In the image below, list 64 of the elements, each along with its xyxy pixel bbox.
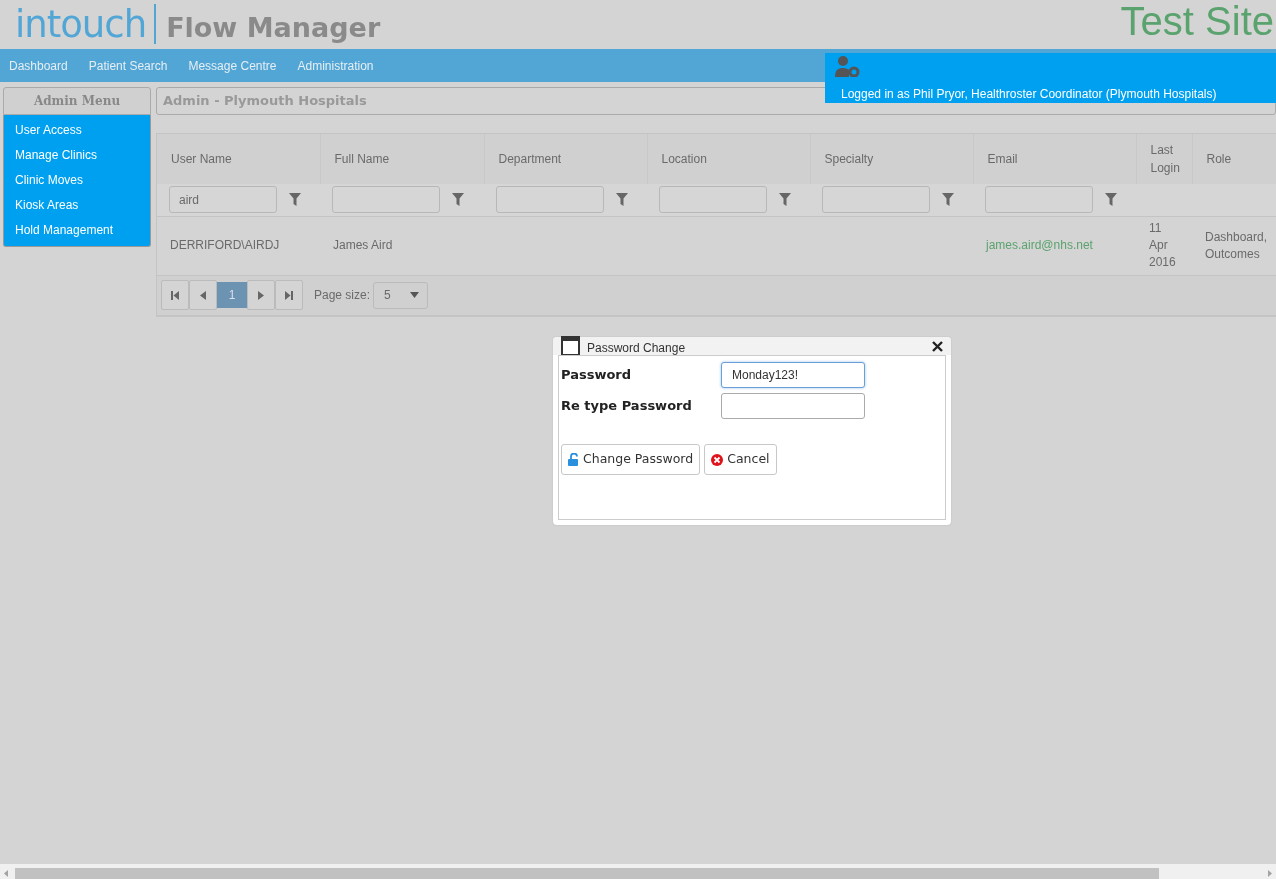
column-header[interactable]: Location xyxy=(647,134,810,184)
table-cell: James Aird xyxy=(333,238,393,252)
password-field[interactable] xyxy=(721,392,865,419)
product-name: Flow Manager xyxy=(166,11,381,45)
menu-item[interactable]: Manage Clinics xyxy=(4,142,150,167)
cancel-icon xyxy=(711,453,724,466)
column-header[interactable]: Full Name xyxy=(320,134,484,184)
filter-field[interactable] xyxy=(659,186,767,214)
menu-item[interactable]: Clinic Moves xyxy=(4,167,150,192)
first-page-button[interactable] xyxy=(161,280,189,310)
change-password-button[interactable]: Change Password xyxy=(561,444,701,475)
filter-field[interactable]: aird xyxy=(169,186,277,214)
column-header[interactable]: Specialty xyxy=(810,134,973,184)
last-page-button[interactable] xyxy=(275,280,303,310)
filter-icon[interactable] xyxy=(942,193,954,207)
filter-icon[interactable] xyxy=(289,193,301,207)
filter-icon[interactable] xyxy=(616,193,628,207)
page-size-label: Page size: xyxy=(314,287,371,304)
column-header[interactable]: Role xyxy=(1192,134,1276,184)
site-name: Test Site xyxy=(1120,0,1275,42)
nav-link[interactable]: Administration xyxy=(297,56,374,75)
column-header[interactable]: Last Login xyxy=(1136,134,1192,184)
dialog-title: Password Change xyxy=(587,341,686,355)
field-label: Re type Password xyxy=(561,396,693,415)
caret-icon xyxy=(410,292,420,298)
previous-page-button[interactable] xyxy=(189,280,217,310)
menu-item[interactable]: Hold Management xyxy=(4,217,150,242)
page-size-select[interactable]: 5 xyxy=(373,281,429,309)
column-header[interactable]: User Name xyxy=(157,134,320,184)
column-header[interactable]: Email xyxy=(973,134,1136,184)
table-cell: DERRIFORD\AIRDJ xyxy=(170,238,280,252)
panel-title: Admin - Plymouth Hospitals xyxy=(163,92,367,111)
nav-link[interactable]: Dashboard xyxy=(9,56,68,75)
filter-icon[interactable] xyxy=(1105,193,1117,207)
next-page-icon xyxy=(258,290,264,300)
first-page-icon xyxy=(171,290,179,300)
filter-field[interactable] xyxy=(332,186,440,214)
next-page-button[interactable] xyxy=(247,280,275,310)
menu-title: Admin Menu xyxy=(3,87,151,115)
unlock-icon xyxy=(568,453,579,466)
select-value: 5 xyxy=(384,287,391,304)
nav-link[interactable]: Patient Search xyxy=(88,56,168,75)
filter-field[interactable] xyxy=(985,186,1093,214)
close-button[interactable] xyxy=(932,338,943,354)
user-settings-icon xyxy=(835,56,860,77)
login-status: Logged in as Phil Pryor, Healthroster Coordinator (Plymouth Hospitals) xyxy=(841,86,1218,103)
page-button[interactable]: 1 xyxy=(217,282,247,308)
column-header[interactable]: Department xyxy=(484,134,647,184)
password-field[interactable]: Monday123! xyxy=(721,361,865,388)
menu-item[interactable]: User Access xyxy=(4,117,150,142)
menu-item[interactable]: Kiosk Areas xyxy=(4,192,150,217)
nav-link[interactable]: Message Centre xyxy=(188,56,277,75)
logo: intouch xyxy=(15,2,147,48)
filter-field[interactable] xyxy=(822,186,930,214)
table-cell: 11 Apr 2016 xyxy=(1149,221,1176,269)
filter-field[interactable] xyxy=(496,186,604,214)
cancel-button[interactable]: Cancel xyxy=(704,444,777,475)
email-link[interactable]: james.aird@nhs.net xyxy=(986,238,1093,252)
last-page-icon xyxy=(285,290,293,300)
filter-icon[interactable] xyxy=(452,193,464,207)
filter-icon[interactable] xyxy=(779,193,791,207)
field-label: Password xyxy=(561,365,633,384)
table-cell: Dashboard, Outcomes xyxy=(1205,229,1268,261)
previous-page-icon xyxy=(200,290,206,300)
